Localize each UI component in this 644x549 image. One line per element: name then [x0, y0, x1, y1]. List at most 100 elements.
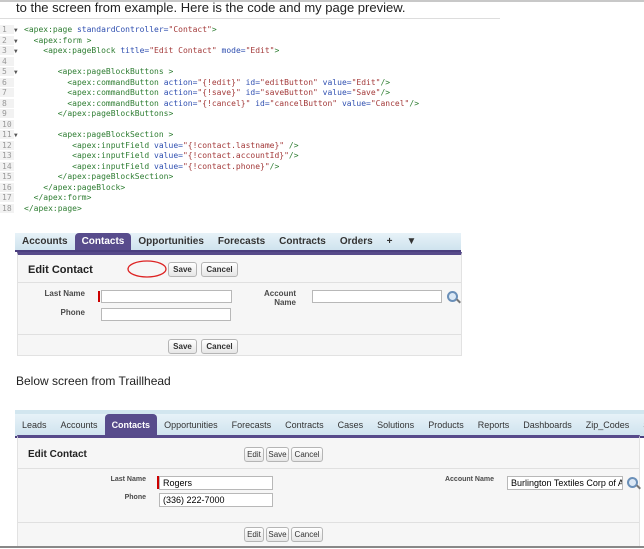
code-line: 18 </apex:page> [0, 203, 82, 215]
phone-label: Phone [124, 494, 146, 501]
code-line: 6 <apex:commandButton action="{!edit}" i… [0, 77, 391, 89]
lookup-search-icon[interactable] [447, 291, 458, 302]
last-name-input[interactable] [101, 290, 232, 303]
tab-site[interactable]: Site [636, 414, 644, 436]
code-text: <apex:form > [24, 35, 92, 45]
more-tabs-chevron-icon[interactable]: ▼ [400, 233, 424, 250]
code-line: 5 ▼ <apex:pageBlockButtons > [0, 67, 173, 78]
code-line: 11 ▼ <apex:pageBlockSection > [0, 130, 173, 141]
fold-arrow-icon[interactable]: ▼ [14, 132, 24, 139]
tab-orders[interactable]: Orders [333, 233, 380, 250]
divider [18, 468, 639, 469]
trailhead-tab-bar: Leads Accounts Contacts Opportunities Foreca… [15, 410, 644, 438]
save-button-bottom[interactable]: Save [168, 339, 197, 354]
account-name-input[interactable] [312, 290, 442, 303]
code-text: </apex:pageBlock> [24, 182, 126, 192]
required-indicator [98, 291, 100, 302]
edit-button-bottom[interactable]: Edit [244, 527, 264, 542]
code-line: 4 [0, 56, 24, 68]
save-button[interactable]: Save [168, 262, 197, 277]
save-button-bottom[interactable]: Save [266, 527, 289, 542]
code-line: 14 <apex:inputField value="{!contact.pho… [0, 161, 279, 173]
save-button[interactable]: Save [266, 447, 289, 462]
last-name-label: Last Name [44, 289, 85, 298]
code-line: 8 <apex:commandButton action="{!cancel}"… [0, 98, 420, 110]
phone-input[interactable] [101, 308, 231, 321]
tab-opportunities[interactable]: Opportunities [131, 233, 211, 250]
line-number: 4 [0, 56, 14, 66]
tab-accounts[interactable]: Accounts [15, 233, 75, 250]
page-block-title: Edit Contact [28, 264, 93, 276]
divider [18, 522, 639, 523]
edit-button[interactable]: Edit [244, 447, 264, 462]
fold-arrow-icon[interactable]: ▼ [14, 38, 24, 45]
code-line: 1 ▼ <apex:page standardController="Contact… [0, 25, 217, 36]
code-text: <apex:commandButton action="{!edit}" id=… [24, 77, 391, 87]
code-text: <apex:commandButton action="{!cancel}" i… [24, 98, 420, 108]
line-number: 12 [0, 140, 14, 150]
tab-reports[interactable]: Reports [471, 414, 517, 436]
caption-text: Below screen from Traillhead [16, 374, 171, 388]
code-text: </apex:page> [24, 203, 82, 213]
code-text: </apex:pageBlockButtons> [24, 109, 174, 118]
line-number: 2 [0, 35, 14, 45]
divider [18, 334, 461, 335]
line-number: 14 [0, 161, 14, 171]
tab-contacts[interactable]: Contacts [104, 414, 158, 436]
code-text: <apex:commandButton action="{!save}" id=… [24, 88, 391, 97]
last-name-input[interactable]: Rogers [159, 476, 273, 490]
phone-input[interactable]: (336) 222-7000 [159, 493, 273, 507]
tab-cases[interactable]: Cases [331, 414, 371, 436]
account-name-label: Account Name [238, 289, 296, 307]
cancel-button[interactable]: Cancel [201, 262, 238, 277]
page-block-title: Edit Contact [28, 449, 87, 460]
code-line: 7 <apex:commandButton action="{!save}" i… [0, 88, 390, 99]
fold-arrow-icon[interactable]: ▼ [14, 69, 24, 76]
tab-leads[interactable]: Leads [15, 414, 54, 436]
tab-accounts[interactable]: Accounts [54, 414, 105, 436]
code-text: <apex:pageBlockButtons > [24, 67, 174, 76]
line-number: 6 [0, 77, 14, 87]
cancel-button[interactable]: Cancel [291, 447, 323, 462]
preview-page-block: Edit Contact Save Cancel Last Name Accou… [17, 252, 462, 356]
fold-arrow-icon[interactable]: ▼ [14, 27, 24, 34]
line-number: 11 [0, 130, 14, 139]
line-number: 10 [0, 119, 14, 129]
phone-label: Phone [60, 308, 85, 317]
add-tab-icon[interactable]: + [380, 233, 400, 250]
code-text: <apex:inputField value="{!contact.accoun… [24, 151, 299, 160]
tab-contracts[interactable]: Contracts [278, 414, 331, 436]
line-number: 8 [0, 98, 14, 108]
line-number: 3 [0, 46, 14, 55]
line-number: 7 [0, 88, 14, 97]
tab-contracts[interactable]: Contracts [272, 233, 333, 250]
label-line: Name [274, 298, 296, 307]
tab-contacts[interactable]: Contacts [74, 233, 132, 250]
code-text: <apex:pageBlockSection > [24, 130, 174, 139]
tab-solutions[interactable]: Solutions [370, 414, 421, 436]
code-line: 13 <apex:inputField value="{!contact.acc… [0, 151, 299, 162]
tab-products[interactable]: Products [421, 414, 471, 436]
tab-zip-codes[interactable]: Zip_Codes [579, 414, 637, 436]
lookup-search-icon[interactable] [627, 477, 638, 488]
account-name-input[interactable]: Burlington Textiles Corp of A [507, 476, 623, 490]
code-line: 12 <apex:inputField value="{!contact.las… [0, 140, 299, 152]
code-editor[interactable]: 1 ▼ <apex:page standardController="Contact… [0, 18, 500, 215]
cancel-button-bottom[interactable]: Cancel [291, 527, 323, 542]
tab-dashboards[interactable]: Dashboards [516, 414, 579, 436]
tab-forecasts[interactable]: Forecasts [211, 233, 272, 250]
line-number: 1 [0, 25, 14, 34]
last-name-label: Last Name [110, 476, 146, 483]
code-line: 3 ▼ <apex:pageBlock title="Edit Contact" … [0, 46, 279, 57]
code-text: </apex:form> [24, 193, 92, 202]
code-line: 17 </apex:form> [0, 193, 91, 204]
tab-forecasts[interactable]: Forecasts [225, 414, 279, 436]
tab-opportunities[interactable]: Opportunities [157, 414, 225, 436]
code-line: 10 [0, 119, 24, 131]
cancel-button-bottom[interactable]: Cancel [201, 339, 238, 354]
code-line: 2 ▼ <apex:form > [0, 35, 92, 47]
fold-arrow-icon[interactable]: ▼ [14, 48, 24, 55]
divider [0, 546, 644, 548]
intro-text: to the screen from example. Here is the … [16, 0, 406, 15]
account-name-label: Account Name [444, 476, 494, 483]
